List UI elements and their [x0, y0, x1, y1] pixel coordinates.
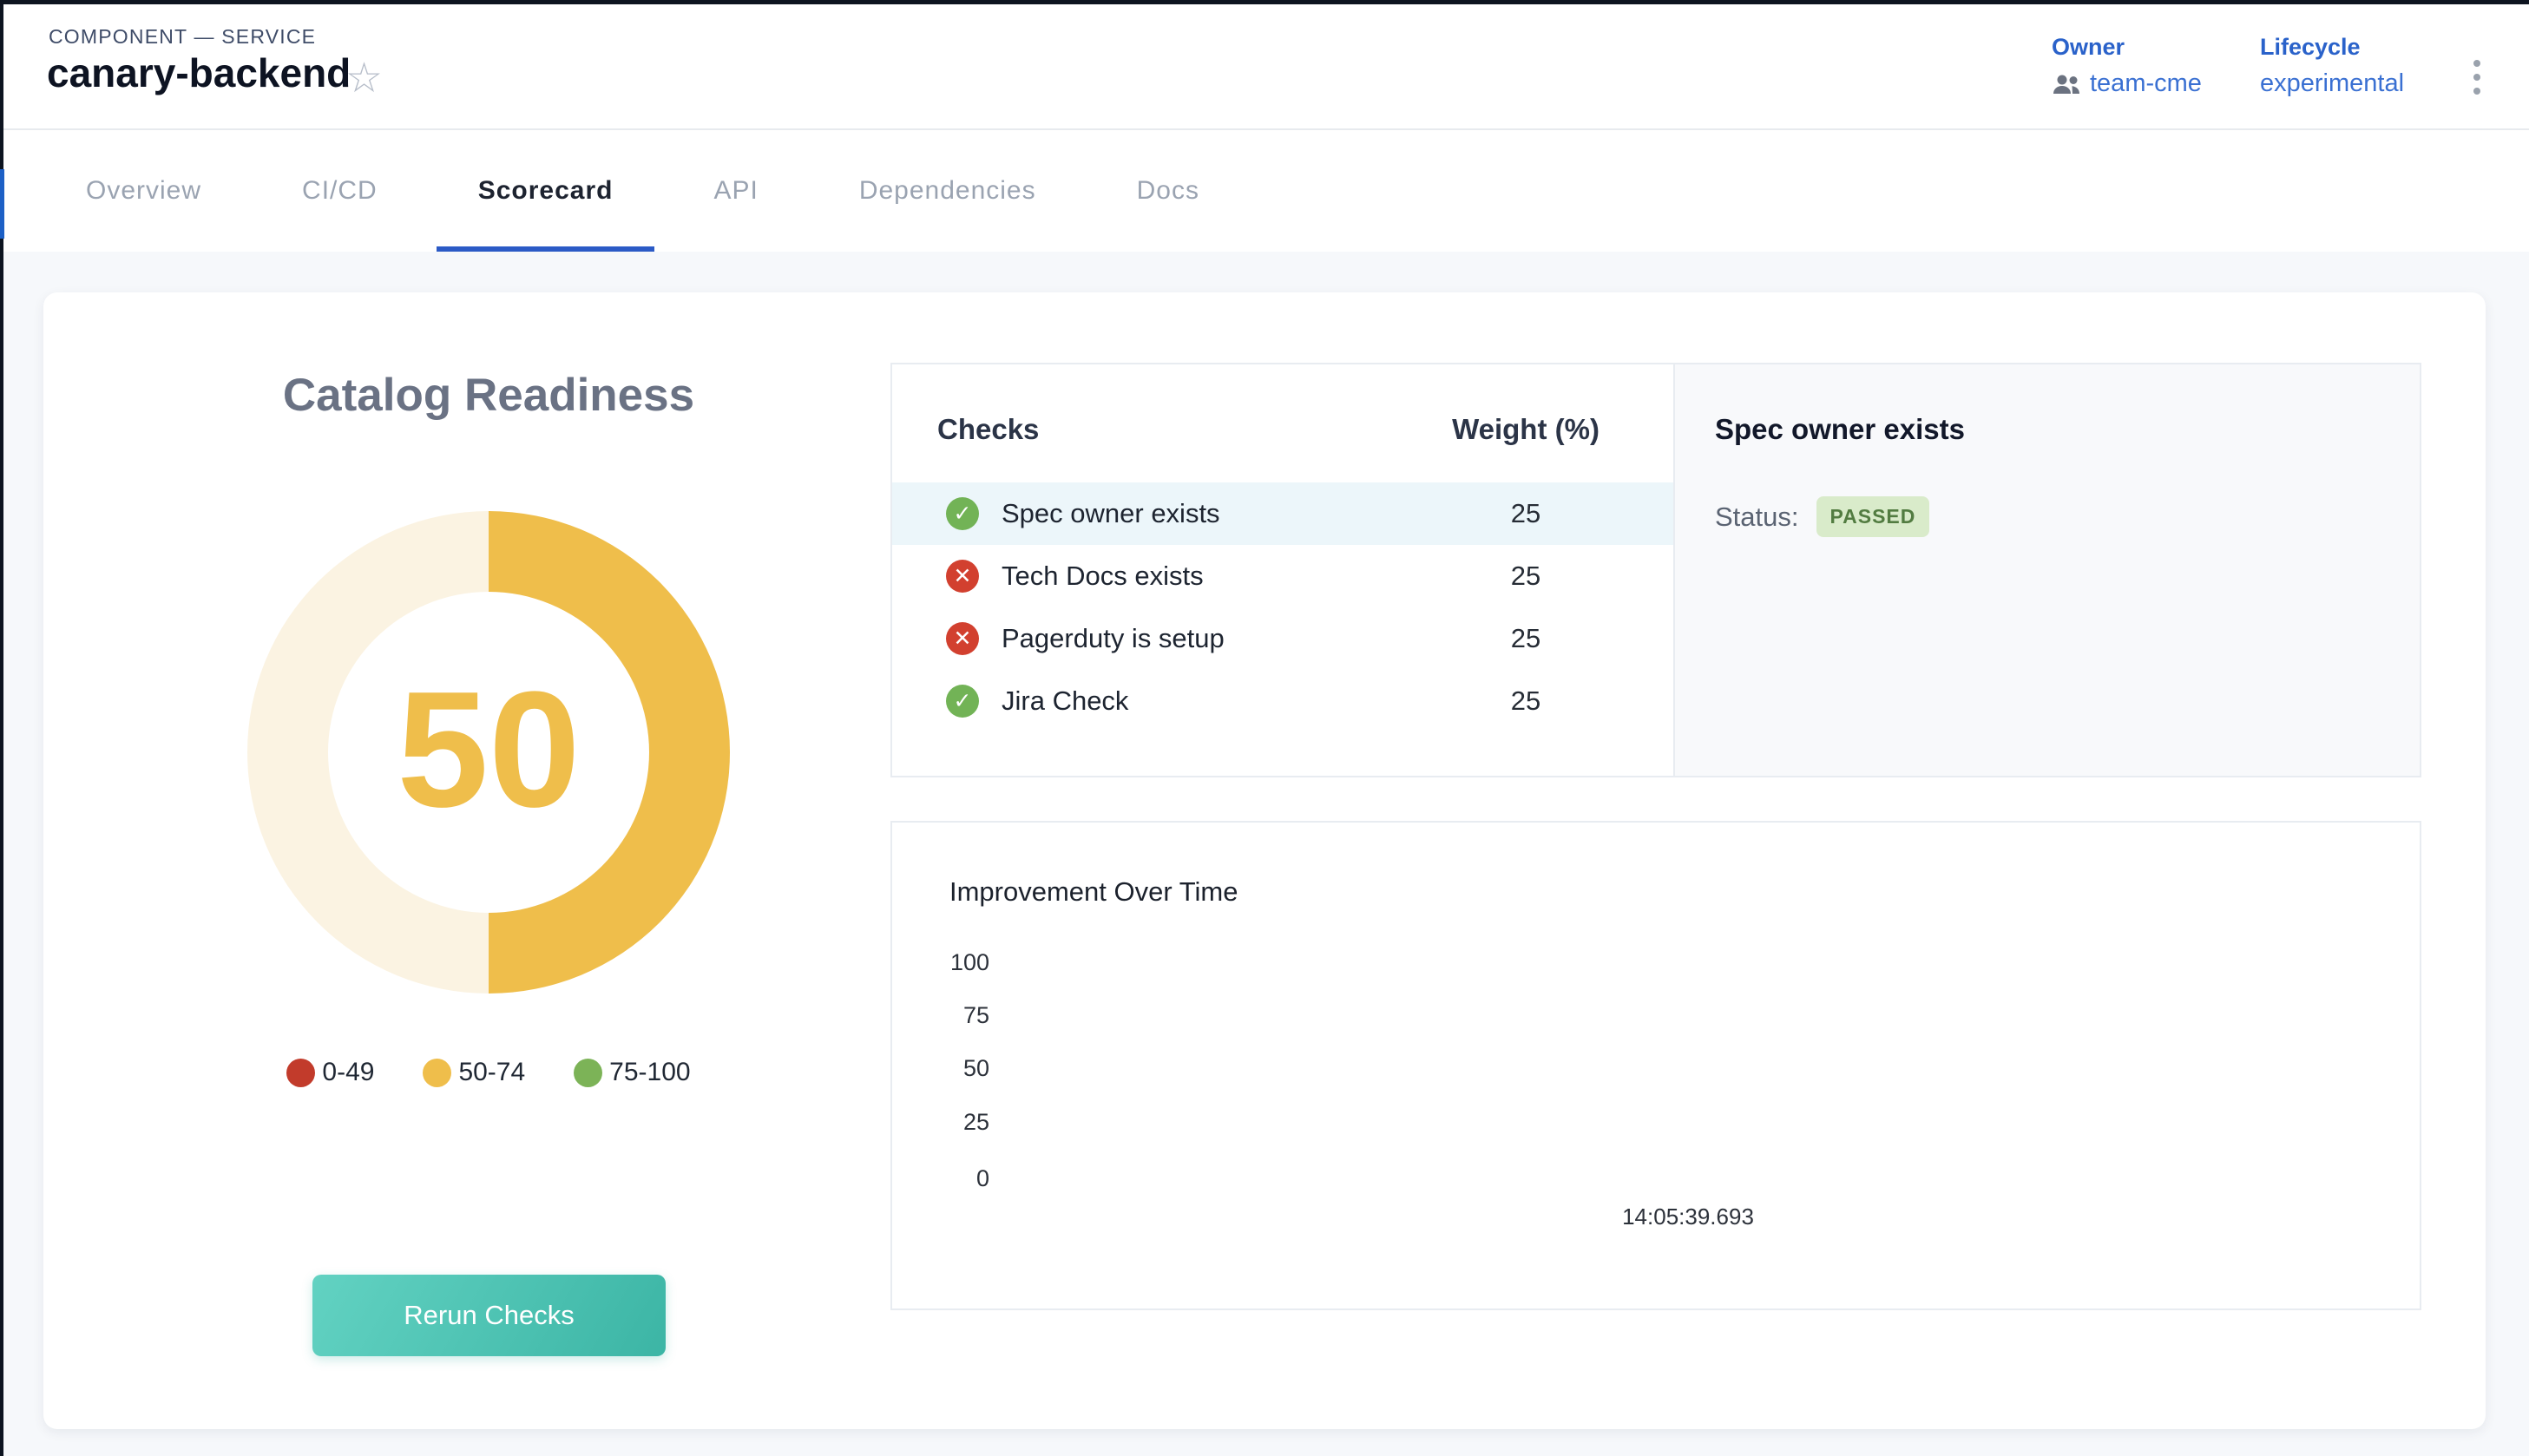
y-axis-tick: 0 [892, 1165, 989, 1192]
score-donut-hole: 50 [328, 592, 649, 913]
y-axis-tick: 75 [892, 1002, 989, 1029]
check-failed-icon: ✕ [946, 622, 979, 655]
legend-label: 50-74 [458, 1058, 525, 1087]
entity-tabbar: Overview CI/CD Scorecard API Dependencie… [0, 130, 2529, 252]
legend-label: 75-100 [609, 1058, 690, 1087]
favorite-star-icon[interactable]: ☆ [345, 58, 383, 100]
scorecard-card: Catalog Readiness 50 0-49 50-74 75-100 [43, 292, 2486, 1429]
owner-value-link[interactable]: team-cme [2090, 69, 2202, 98]
check-passed-icon: ✓ [946, 685, 979, 718]
table-row-jira[interactable]: ✓ Jira Check 25 [892, 670, 1673, 732]
score-donut-chart: 50 [247, 511, 730, 994]
legend-yellow-dot [423, 1059, 451, 1087]
page-content: Catalog Readiness 50 0-49 50-74 75-100 [0, 252, 2529, 1456]
owner-label: Owner [2052, 34, 2202, 61]
check-name: Tech Docs exists [1002, 561, 1204, 592]
owner-group-icon [2052, 73, 2081, 95]
table-row-pagerduty[interactable]: ✕ Pagerduty is setup 25 [892, 607, 1673, 670]
checks-rows: ✓ Spec owner exists 25 ✕ Tech Docs exist… [892, 482, 1673, 732]
x-axis-tick: 14:05:39.693 [1584, 1203, 1792, 1230]
check-weight: 25 [1396, 623, 1656, 654]
chart-title: Improvement Over Time [949, 876, 1238, 908]
window-left-edge-accent [0, 169, 4, 239]
check-detail-panel: Spec owner exists Status: PASSED [1675, 363, 2421, 777]
legend-red-dot [286, 1059, 315, 1087]
y-axis-tick: 100 [892, 949, 989, 976]
legend-item-low: 0-49 [286, 1058, 374, 1087]
table-row-tech-docs[interactable]: ✕ Tech Docs exists 25 [892, 545, 1673, 607]
app-screen: COMPONENT — SERVICE canary-backend ☆ Own… [0, 0, 2529, 1456]
check-name: Pagerduty is setup [1002, 623, 1225, 654]
legend-label: 0-49 [322, 1058, 374, 1087]
check-failed-icon: ✕ [946, 560, 979, 593]
tab-overview[interactable]: Overview [86, 130, 201, 252]
tab-docs[interactable]: Docs [1137, 130, 1199, 252]
page-title: canary-backend [47, 49, 351, 96]
score-value: 50 [397, 667, 580, 837]
status-label: Status: [1715, 502, 1799, 533]
scorecard-title: Catalog Readiness [43, 369, 934, 422]
y-axis-tick: 25 [892, 1109, 989, 1136]
improvement-chart-panel: Improvement Over Time 100 75 50 25 0 14:… [890, 821, 2421, 1310]
check-weight: 25 [1396, 685, 1656, 717]
lifecycle-block: Lifecycle experimental [2260, 34, 2404, 98]
entity-kind-label: COMPONENT — SERVICE [49, 25, 316, 49]
check-name: Spec owner exists [1002, 498, 1220, 529]
legend-green-dot [574, 1059, 602, 1087]
tab-api[interactable]: API [713, 130, 758, 252]
status-badge: PASSED [1816, 496, 1930, 537]
rerun-checks-button[interactable]: Rerun Checks [312, 1275, 666, 1356]
weight-column-header: Weight (%) [1396, 413, 1656, 446]
legend-item-mid: 50-74 [423, 1058, 525, 1087]
score-legend: 0-49 50-74 75-100 [43, 1058, 934, 1087]
lifecycle-label: Lifecycle [2260, 34, 2404, 61]
check-status-row: Status: PASSED [1715, 496, 1929, 537]
checks-column-header: Checks [937, 413, 1039, 446]
check-detail-title: Spec owner exists [1715, 413, 1965, 446]
check-weight: 25 [1396, 561, 1656, 592]
kebab-menu-icon[interactable] [2470, 56, 2484, 98]
tab-cicd[interactable]: CI/CD [302, 130, 378, 252]
legend-item-high: 75-100 [574, 1058, 690, 1087]
tab-scorecard[interactable]: Scorecard [478, 130, 614, 252]
entity-header: COMPONENT — SERVICE canary-backend ☆ Own… [0, 4, 2529, 130]
window-top-edge [0, 0, 2529, 4]
check-weight: 25 [1396, 498, 1656, 529]
owner-block: Owner team-cme [2052, 34, 2202, 98]
lifecycle-value: experimental [2260, 69, 2404, 98]
table-row-spec-owner[interactable]: ✓ Spec owner exists 25 [892, 482, 1673, 545]
check-name: Jira Check [1002, 685, 1128, 717]
tab-dependencies[interactable]: Dependencies [859, 130, 1036, 252]
y-axis-tick: 50 [892, 1055, 989, 1082]
checks-panel: Checks Weight (%) ✓ Spec owner exists 25… [890, 363, 1675, 777]
check-passed-icon: ✓ [946, 497, 979, 530]
